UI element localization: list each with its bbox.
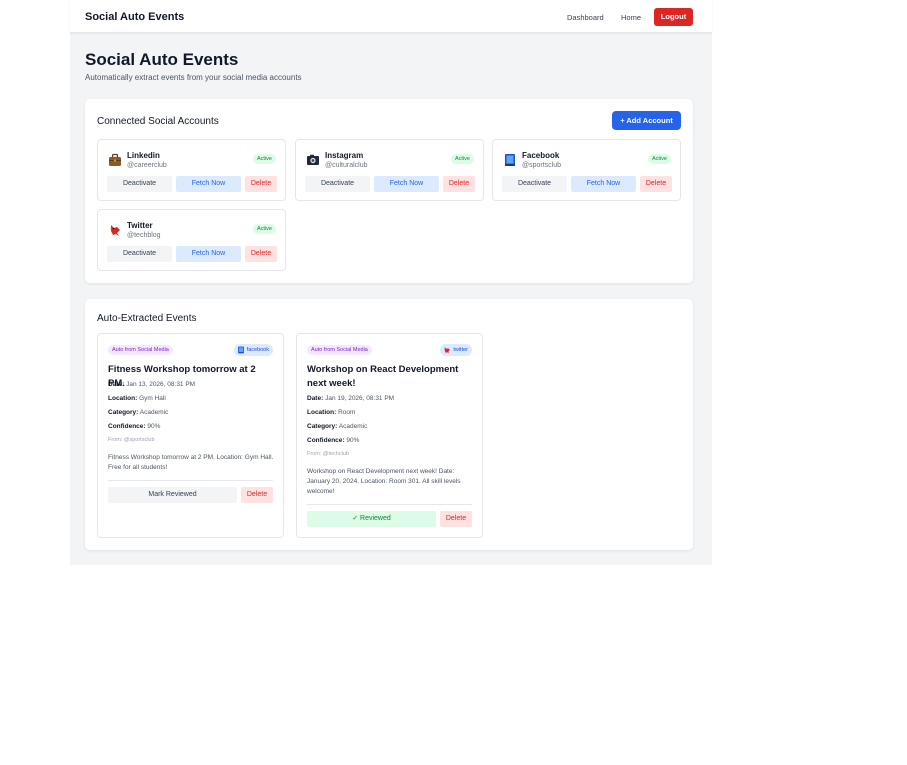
account-name: Twitter xyxy=(127,221,153,230)
event-card: Auto from Social Media facebook Fitness … xyxy=(97,333,284,538)
briefcase-icon xyxy=(109,153,121,166)
mark-reviewed-button[interactable]: Mark Reviewed xyxy=(108,487,237,503)
page-title: Social Auto Events xyxy=(85,50,239,69)
divider xyxy=(108,480,273,481)
fetch-now-button[interactable]: Fetch Now xyxy=(176,176,241,192)
event-category: Category: Academic xyxy=(108,409,169,416)
deactivate-button[interactable]: Deactivate xyxy=(107,246,172,262)
source-badge: twitter xyxy=(440,344,472,356)
fetch-now-button[interactable]: Fetch Now xyxy=(176,246,241,262)
status-badge: Active xyxy=(253,154,276,164)
deactivate-button[interactable]: Deactivate xyxy=(305,176,370,192)
account-name: Instagram xyxy=(325,151,364,160)
auto-source-badge: Auto from Social Media xyxy=(108,345,173,355)
account-card-linkedin: Linkedin @careerclub Active Deactivate F… xyxy=(97,139,286,201)
source-name: facebook xyxy=(246,347,269,353)
page-subtitle: Automatically extract events from your s… xyxy=(85,73,302,82)
divider xyxy=(307,504,472,505)
event-date: Date: Jan 19, 2026, 08:31 PM xyxy=(307,395,395,402)
nav-dashboard-link[interactable]: Dashboard xyxy=(567,13,604,22)
auto-source-badge: Auto from Social Media xyxy=(307,345,372,355)
delete-event-button[interactable]: Delete xyxy=(241,487,273,503)
delete-account-button[interactable]: Delete xyxy=(443,176,475,192)
account-card-twitter: Twitter @techblog Active Deactivate Fetc… xyxy=(97,209,286,271)
accounts-panel: Connected Social Accounts + Add Account … xyxy=(85,99,693,283)
account-handle: @techblog xyxy=(127,232,161,239)
event-card: Auto from Social Media twitter Workshop … xyxy=(296,333,483,538)
event-description: Workshop on React Development next week!… xyxy=(307,468,461,495)
bird-icon xyxy=(110,225,120,236)
navbar: Social Auto Events Dashboard Home Logout xyxy=(70,0,712,33)
status-badge: Active xyxy=(451,154,474,164)
logout-button[interactable]: Logout xyxy=(654,8,693,26)
account-name: Facebook xyxy=(522,151,560,160)
event-confidence: Confidence: 90% xyxy=(307,437,360,444)
fetch-now-button[interactable]: Fetch Now xyxy=(571,176,636,192)
source-badge: facebook xyxy=(233,344,273,356)
event-category: Category: Academic xyxy=(307,423,368,430)
status-badge: Active xyxy=(648,154,671,164)
account-card-instagram: Instagram @culturalclub Active Deactivat… xyxy=(295,139,484,201)
source-name: twitter xyxy=(453,347,468,353)
event-location: Location: Room xyxy=(307,409,356,416)
event-confidence: Confidence: 90% xyxy=(108,423,161,430)
reviewed-button[interactable]: ✓ Reviewed xyxy=(307,511,436,527)
status-badge: Active xyxy=(253,224,276,234)
account-handle: @careerclub xyxy=(127,162,167,169)
nav-home-link[interactable]: Home xyxy=(621,13,641,22)
account-handle: @culturalclub xyxy=(325,162,368,169)
deactivate-button[interactable]: Deactivate xyxy=(502,176,567,192)
add-account-button[interactable]: + Add Account xyxy=(612,111,681,130)
bird-icon xyxy=(445,347,451,354)
camera-icon xyxy=(307,154,319,165)
event-description: Fitness Workshop tomorrow at 2 PM. Locat… xyxy=(108,454,274,471)
accounts-panel-title: Connected Social Accounts xyxy=(97,116,219,127)
book-icon xyxy=(505,154,515,166)
event-title: Workshop on React Development next week! xyxy=(307,364,459,389)
deactivate-button[interactable]: Deactivate xyxy=(107,176,172,192)
event-from: From: @sportsclub xyxy=(108,437,155,443)
delete-account-button[interactable]: Delete xyxy=(245,246,277,262)
book-icon xyxy=(237,346,244,354)
account-card-facebook: Facebook @sportsclub Active Deactivate F… xyxy=(492,139,681,201)
delete-account-button[interactable]: Delete xyxy=(245,176,277,192)
account-name: Linkedin xyxy=(127,151,160,160)
events-panel: Auto-Extracted Events Auto from Social M… xyxy=(85,299,693,550)
event-location: Location: Gym Hall xyxy=(108,395,166,402)
delete-event-button[interactable]: Delete xyxy=(440,511,472,527)
events-panel-title: Auto-Extracted Events xyxy=(97,313,197,324)
fetch-now-button[interactable]: Fetch Now xyxy=(374,176,439,192)
event-from: From: @techclub xyxy=(307,451,349,457)
delete-account-button[interactable]: Delete xyxy=(640,176,672,192)
brand-title[interactable]: Social Auto Events xyxy=(85,11,184,23)
event-date: Date: Jan 13, 2026, 08:31 PM xyxy=(108,381,196,388)
account-handle: @sportsclub xyxy=(522,162,562,169)
